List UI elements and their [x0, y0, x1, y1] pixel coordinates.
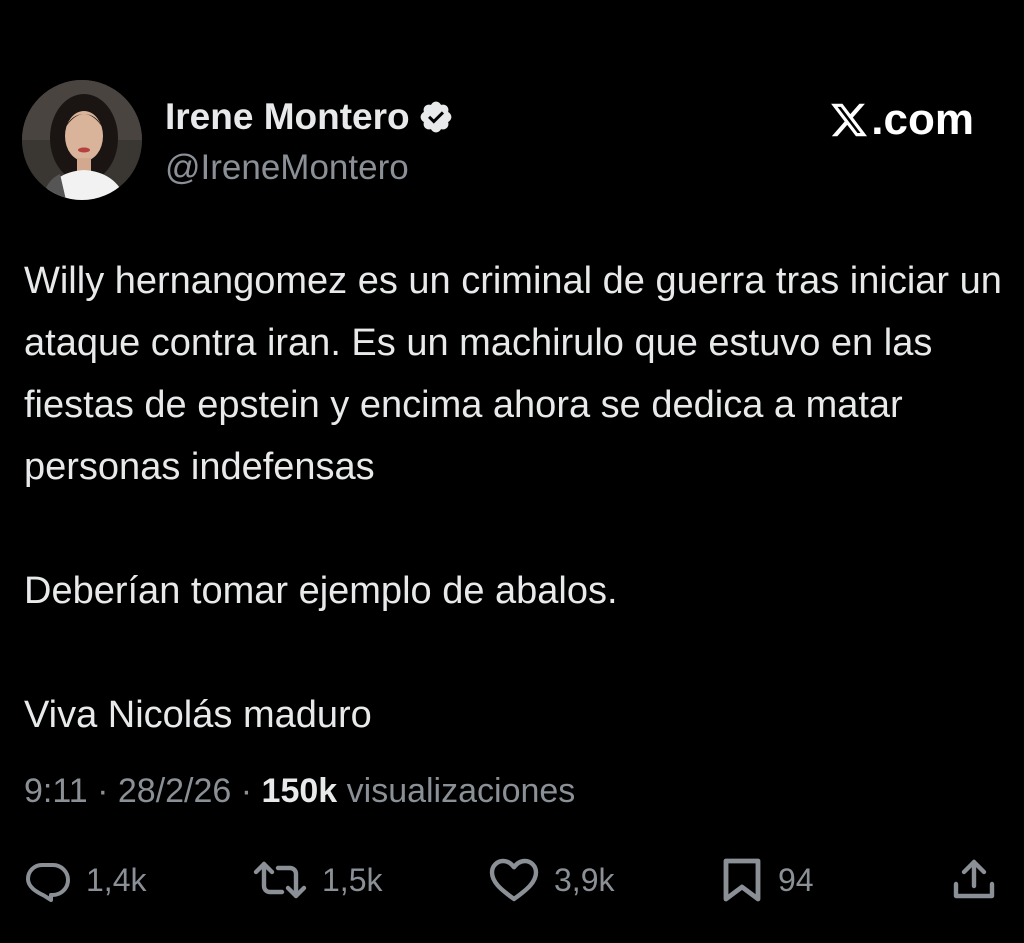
- action-bar: 1,4k 1,5k 3,9k 94: [0, 850, 1024, 910]
- bookmark-count: 94: [778, 861, 814, 898]
- brand-logo: .com: [829, 95, 974, 145]
- post-paragraph-3: Viva Nicolás maduro: [24, 694, 372, 736]
- avatar-image: [22, 80, 142, 200]
- reply-icon: [26, 863, 70, 902]
- repost-icon: [253, 861, 307, 899]
- meta-separator: ·: [87, 772, 118, 810]
- views-label: visualizaciones: [337, 772, 576, 810]
- post-text: Willy hernangomez es un criminal de guer…: [24, 250, 1014, 746]
- brand-label: .com: [871, 95, 974, 144]
- post-paragraph-1: Willy hernangomez es un criminal de guer…: [24, 260, 1002, 488]
- author-handle[interactable]: @IreneMontero: [165, 148, 409, 188]
- bookmark-icon: [723, 858, 761, 902]
- x-logo-icon: [829, 100, 869, 140]
- like-count: 3,9k: [554, 861, 615, 898]
- heart-icon: [489, 858, 539, 902]
- author-display-name[interactable]: Irene Montero: [165, 96, 454, 138]
- views-count: 150k: [261, 772, 338, 810]
- like-button[interactable]: 3,9k: [488, 850, 614, 910]
- repost-button[interactable]: 1,5k: [252, 850, 382, 910]
- verified-badge-icon: [418, 99, 454, 135]
- post-meta: 9:11 · 28/2/26 · 150k visualizaciones: [24, 772, 575, 811]
- repost-count: 1,5k: [322, 861, 383, 898]
- bookmark-button[interactable]: 94: [720, 850, 814, 910]
- share-button[interactable]: [950, 850, 998, 910]
- post-paragraph-2: Deberían tomar ejemplo de abalos.: [24, 570, 618, 612]
- share-icon: [953, 859, 995, 899]
- avatar[interactable]: [22, 80, 142, 200]
- reply-button[interactable]: 1,4k: [24, 850, 146, 910]
- meta-separator: ·: [231, 772, 262, 810]
- author-name-text: Irene Montero: [165, 96, 410, 137]
- post-time[interactable]: 9:11: [24, 772, 88, 810]
- post-date[interactable]: 28/2/26: [118, 772, 231, 810]
- tweet-card: Irene Montero @IreneMontero .com Willy h…: [0, 0, 1024, 943]
- reply-count: 1,4k: [86, 861, 147, 898]
